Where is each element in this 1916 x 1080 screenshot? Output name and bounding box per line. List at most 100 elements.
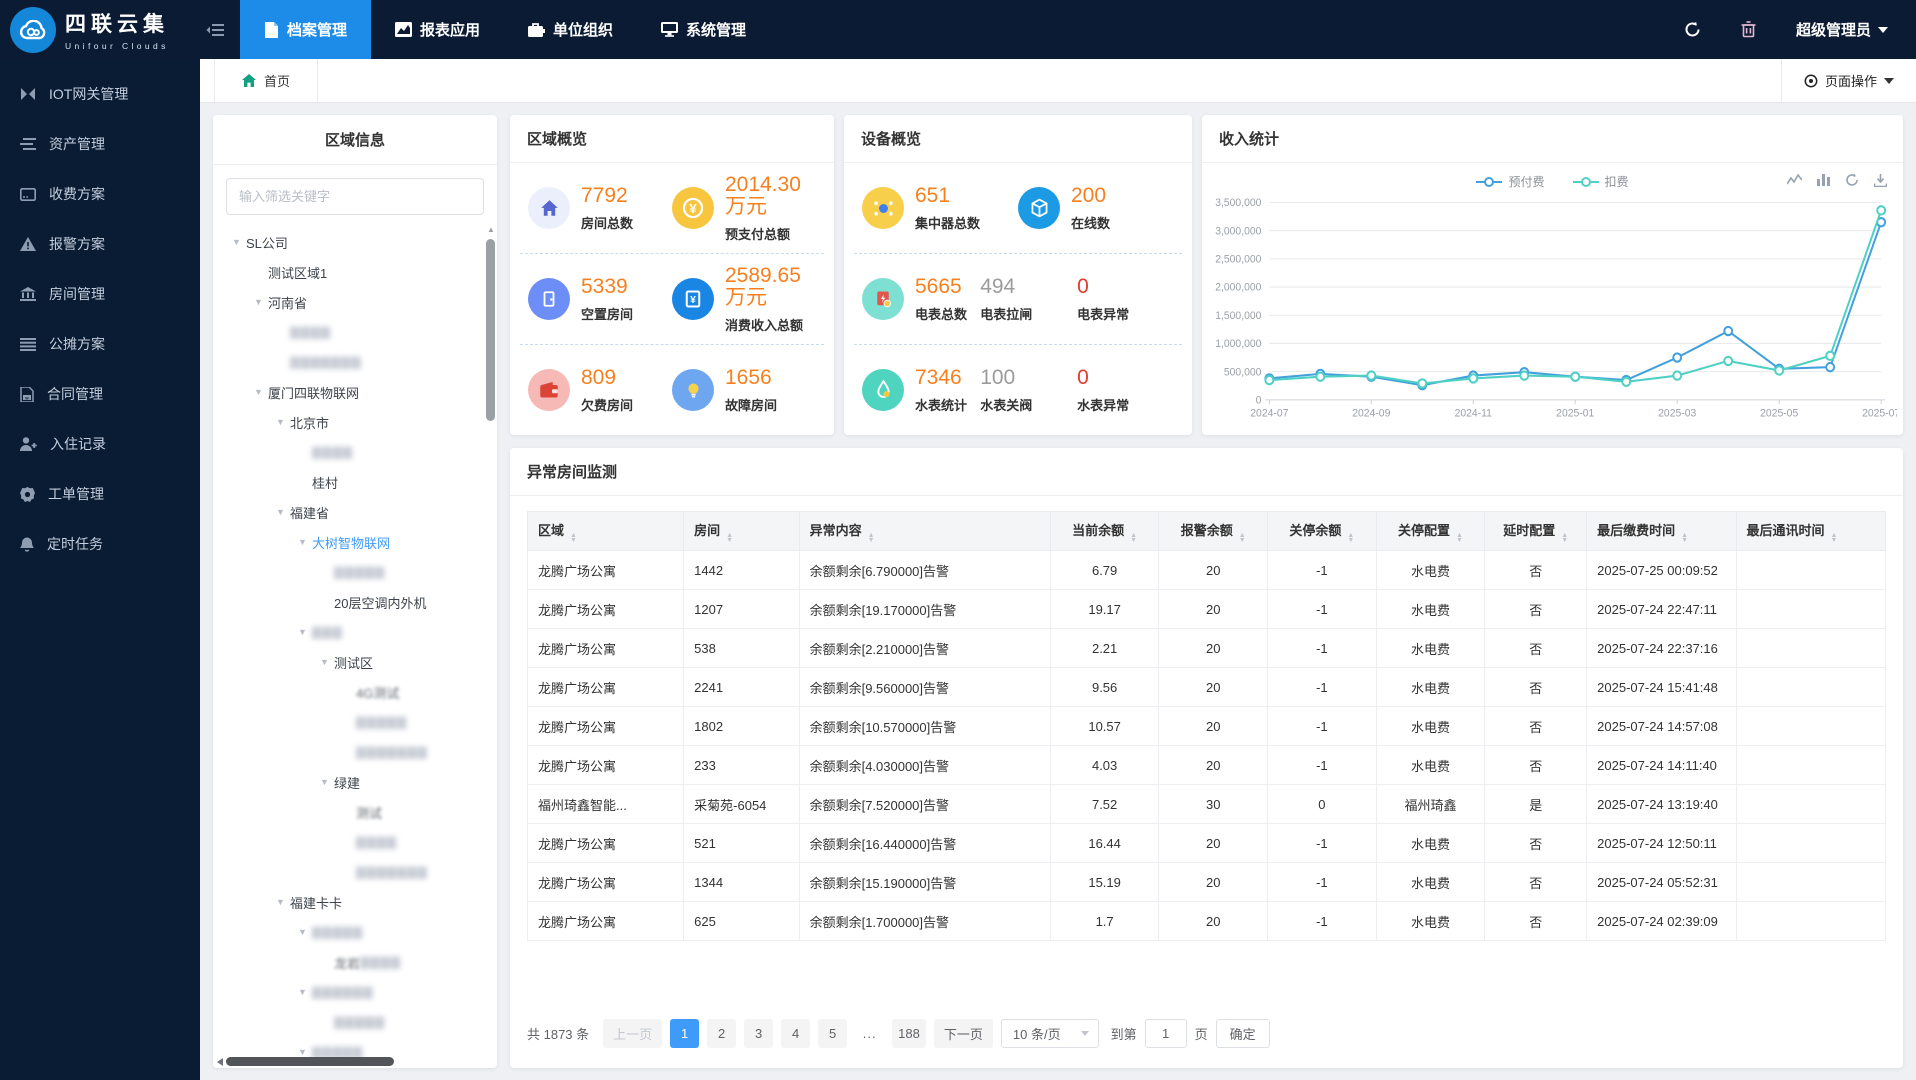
tree-expand-caret-icon[interactable]: ▼: [293, 1047, 312, 1057]
tree-node[interactable]: ▇▇▇▇▇▇▇: [217, 857, 497, 887]
tree-expand-caret-icon[interactable]: ▼: [227, 237, 246, 247]
goto-confirm-button[interactable]: 确定: [1215, 1019, 1270, 1048]
chart-download-icon[interactable]: [1874, 173, 1887, 187]
tree-node[interactable]: 测试区域1: [217, 257, 497, 287]
scroll-up-arrow-icon[interactable]: ▲: [487, 225, 495, 234]
tree-node[interactable]: ▼ 河南省: [217, 287, 497, 317]
chart-refresh-icon[interactable]: [1845, 173, 1859, 187]
line-chart-toggle-icon[interactable]: [1787, 174, 1802, 186]
tree-node[interactable]: ▇▇▇▇: [217, 827, 497, 857]
column-header-3[interactable]: 异常内容 ▲ ▼: [798, 511, 1051, 551]
tree-node[interactable]: 龙岩 ▇▇▇▇: [217, 947, 497, 977]
user-menu[interactable]: 超级管理员: [1796, 19, 1888, 40]
next-page-button[interactable]: 下一页: [933, 1019, 993, 1048]
column-header-4[interactable]: 当前余额 ▲ ▼: [1049, 511, 1160, 551]
tree-node[interactable]: ▼ SL公司: [217, 227, 497, 257]
sidebar-item-4[interactable]: 报警方案: [0, 219, 200, 269]
tree-node[interactable]: ▼ 厦门四联物联网: [217, 377, 497, 407]
prev-page-button[interactable]: 上一页: [603, 1019, 663, 1048]
page-button-last[interactable]: 188: [892, 1019, 926, 1048]
tree-expand-caret-icon[interactable]: ▼: [249, 297, 268, 307]
tree-node[interactable]: ▇▇▇▇▇: [217, 707, 497, 737]
table-row[interactable]: 龙腾广场公寓 521 余额剩余[16.440000]告警 16.44 20 -1 水电费否 2…: [526, 823, 1887, 863]
page-button-1[interactable]: 1: [670, 1019, 700, 1048]
page-button-4[interactable]: 4: [781, 1019, 811, 1048]
sort-carets-icon[interactable]: ▲ ▼: [1239, 532, 1246, 544]
table-row[interactable]: 福州琦鑫智能... 采菊苑-6054 余额剩余[7.520000]告警 7.52 30 0…: [526, 784, 1887, 824]
sidebar-item-8[interactable]: 入住记录: [0, 419, 200, 469]
tree-expand-caret-icon[interactable]: ▼: [271, 417, 290, 427]
sort-carets-icon[interactable]: ▲ ▼: [1347, 532, 1354, 544]
column-header-1[interactable]: 区域 ▲ ▼: [526, 511, 685, 551]
tree-node[interactable]: ▼ ▇▇▇▇▇▇: [217, 977, 497, 1007]
nav-item-4[interactable]: 系统管理: [637, 0, 770, 59]
tree-node[interactable]: ▼ 福建省: [217, 497, 497, 527]
sort-carets-icon[interactable]: ▲ ▼: [726, 532, 733, 544]
sort-carets-icon[interactable]: ▲ ▼: [1561, 532, 1568, 544]
column-header-9[interactable]: 最后缴费时间 ▲ ▼: [1586, 511, 1737, 551]
tab-home[interactable]: 首页: [214, 59, 319, 102]
legend-item-prepaid[interactable]: 预付费: [1476, 173, 1545, 190]
column-header-7[interactable]: 关停配置 ▲ ▼: [1375, 511, 1486, 551]
tree-node[interactable]: 20层空调内外机: [217, 587, 497, 617]
sidebar-item-2[interactable]: 资产管理: [0, 119, 200, 169]
tree-expand-caret-icon[interactable]: ▼: [271, 507, 290, 517]
tree-expand-caret-icon[interactable]: ▼: [315, 657, 334, 667]
nav-item-1[interactable]: 档案管理: [240, 0, 372, 59]
tree-node[interactable]: ▇▇▇▇▇▇▇: [217, 347, 497, 377]
table-row[interactable]: 龙腾广场公寓 625 余额剩余[1.700000]告警 1.7 20 -1 水电费否 2025…: [526, 901, 1887, 941]
tree-node[interactable]: ▇▇▇▇▇▇: [217, 1067, 497, 1068]
sort-carets-icon[interactable]: ▲ ▼: [1130, 532, 1137, 544]
tree-hscrollbar-thumb[interactable]: [226, 1057, 394, 1066]
tree-filter-input[interactable]: [226, 178, 484, 215]
table-row[interactable]: 龙腾广场公寓 233 余额剩余[4.030000]告警 4.03 20 -1 水电费否 202…: [526, 745, 1887, 785]
page-button-5[interactable]: 5: [818, 1019, 848, 1048]
tree-scrollbar-thumb[interactable]: [486, 239, 495, 421]
trash-icon[interactable]: [1741, 21, 1756, 38]
income-chart[interactable]: 0 500,000 1,000,000 1,500,000 2,000,000 2,500…: [1202, 190, 1903, 435]
sidebar-item-7[interactable]: w 合同管理: [0, 369, 200, 419]
tree-expand-caret-icon[interactable]: ▼: [315, 777, 334, 787]
sidebar-item-3[interactable]: 收费方案: [0, 169, 200, 219]
tree-node[interactable]: ▼ 大树智物联网: [217, 527, 497, 557]
scroll-left-arrow-icon[interactable]: [217, 1057, 223, 1066]
tree-node[interactable]: ▼ 福建卡卡: [217, 887, 497, 917]
tree-node[interactable]: 4G测试: [217, 677, 497, 707]
tree-node[interactable]: ▼ 测试区: [217, 647, 497, 677]
column-header-5[interactable]: 报警余额 ▲ ▼: [1158, 511, 1269, 551]
tree-node[interactable]: ▇▇▇▇: [217, 437, 497, 467]
column-header-2[interactable]: 房间 ▲ ▼: [683, 511, 800, 551]
column-header-8[interactable]: 延时配置 ▲ ▼: [1484, 511, 1588, 551]
tree-vertical-scrollbar[interactable]: ▲: [486, 225, 495, 1052]
tree-node[interactable]: 测试: [217, 797, 497, 827]
sort-carets-icon[interactable]: ▲ ▼: [868, 532, 875, 544]
sort-carets-icon[interactable]: ▲ ▼: [1831, 532, 1838, 544]
sort-carets-icon[interactable]: ▲ ▼: [1456, 532, 1463, 544]
table-row[interactable]: 龙腾广场公寓 1344 余额剩余[15.190000]告警 15.19 20 -1 水电费否…: [526, 862, 1887, 902]
table-row[interactable]: 龙腾广场公寓 1802 余额剩余[10.570000]告警 10.57 20 -1 水电费否…: [526, 706, 1887, 746]
column-header-10[interactable]: 最后通讯时间 ▲ ▼: [1735, 511, 1887, 551]
tree-expand-caret-icon[interactable]: ▼: [271, 897, 290, 907]
tree-expand-caret-icon[interactable]: ▼: [293, 627, 312, 637]
sidebar-item-9[interactable]: 工单管理: [0, 469, 200, 519]
page-size-select[interactable]: 10 条/页: [1000, 1019, 1099, 1048]
tree-node[interactable]: ▼ 绿建: [217, 767, 497, 797]
refresh-icon[interactable]: [1684, 21, 1701, 38]
legend-item-deduction[interactable]: 扣费: [1572, 173, 1629, 190]
page-ellipsis[interactable]: ...: [855, 1026, 884, 1041]
page-button-2[interactable]: 2: [707, 1019, 737, 1048]
tree-node[interactable]: ▇▇▇▇▇: [217, 557, 497, 587]
collapse-sidebar-icon[interactable]: [206, 23, 224, 37]
tree-expand-caret-icon[interactable]: ▼: [293, 537, 312, 547]
sort-carets-icon[interactable]: ▲ ▼: [1681, 532, 1688, 544]
sidebar-item-5[interactable]: 房间管理: [0, 269, 200, 319]
tree-node[interactable]: ▼ ▇▇▇: [217, 617, 497, 647]
goto-page-input[interactable]: [1144, 1019, 1187, 1048]
table-row[interactable]: 龙腾广场公寓 1207 余额剩余[19.170000]告警 19.17 20 -1 水电费否…: [526, 589, 1887, 629]
tree-expand-caret-icon[interactable]: ▼: [293, 987, 312, 997]
tree-node[interactable]: ▼ ▇▇▇▇▇: [217, 917, 497, 947]
tree-node[interactable]: ▇▇▇▇: [217, 317, 497, 347]
nav-item-3[interactable]: 单位组织: [504, 0, 637, 59]
table-row[interactable]: 龙腾广场公寓 2241 余额剩余[9.560000]告警 9.56 20 -1 水电费否 20…: [526, 667, 1887, 707]
sidebar-item-1[interactable]: IOT网关管理: [0, 69, 200, 119]
